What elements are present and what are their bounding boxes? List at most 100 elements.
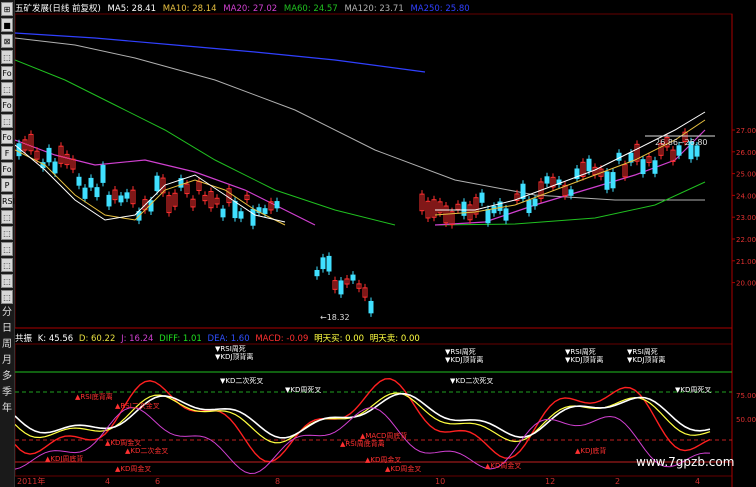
period-button-2[interactable]: 周: [1, 338, 13, 352]
candle-body: [238, 211, 244, 219]
x-axis-label: 10: [435, 477, 445, 486]
toolbar-button-18[interactable]: ⬚: [1, 290, 13, 304]
signal-label: ▼KD二次死叉: [450, 376, 493, 385]
toolbar-button-11[interactable]: P: [1, 178, 13, 192]
low-price-annotation: ←18.32: [320, 313, 350, 322]
signal-label: ▲MACD周底背: [360, 431, 407, 440]
candle-body: [124, 192, 130, 199]
toolbar-button-0[interactable]: ⊞: [1, 2, 13, 16]
candle-body: [350, 274, 356, 281]
toolbar-button-5[interactable]: ⬚: [1, 82, 13, 96]
signal-label: ▲KDJ底背: [575, 446, 606, 455]
candle-body: [100, 164, 106, 183]
period-button-6[interactable]: 年: [1, 402, 13, 416]
candle-body: [220, 208, 226, 218]
price-tick-label: 23.00: [736, 214, 756, 222]
signal-label: ▲RSI二次金叉: [115, 401, 160, 410]
x-axis-label: 4: [105, 477, 110, 486]
signal-label: ▼KD周死叉: [675, 386, 711, 394]
candle-body: [694, 145, 700, 157]
ma250-line: [15, 32, 426, 73]
candle-body: [94, 187, 100, 198]
candle-body: [485, 209, 491, 224]
candle-body: [640, 159, 646, 175]
candle-body: [479, 192, 485, 203]
candle-body: [368, 300, 374, 314]
signal-label: ▲RSI底背离: [75, 392, 113, 401]
signal-label: ▼RSI周死: [215, 345, 246, 353]
candle-body: [88, 177, 94, 188]
signal-label: ▲KD周金叉: [365, 455, 401, 464]
toolbar-button-14[interactable]: ⬚: [1, 226, 13, 240]
candle-body: [118, 195, 124, 203]
toolbar-button-16[interactable]: ⬚: [1, 258, 13, 272]
candle-body: [314, 269, 320, 277]
period-button-1[interactable]: 日: [1, 322, 13, 336]
signal-label: ▼KDJ顶背离: [627, 355, 665, 364]
candle-body: [544, 176, 550, 184]
x-axis-label: 8: [275, 477, 280, 486]
x-axis-label: 2011年: [17, 476, 45, 486]
toolbar-button-10[interactable]: Fo: [1, 162, 13, 176]
toolbar-button-1[interactable]: ■: [1, 18, 13, 32]
signal-label: ▲KDJ周底背: [45, 454, 83, 463]
toolbar-button-9[interactable]: F: [1, 146, 13, 160]
left-toolbar: ⊞ ■ ⊠ ⬚ Fo ⬚ Fo ⬚ Fo F Fo P RSI ⬚ ⬚ ⬚ ⬚ ⬚ ⬚ 分日周月多季年: [0, 0, 15, 487]
candle-body: [568, 189, 574, 196]
signal-label: ▲KD二次金叉: [125, 446, 168, 455]
signal-label: ▼KDJ顶背离: [215, 352, 253, 361]
toolbar-button-4[interactable]: Fo: [1, 66, 13, 80]
osc-tick-label: 50.00: [736, 416, 756, 424]
candle-body: [532, 198, 538, 207]
candle-body: [676, 145, 682, 156]
price-tick-label: 21.00: [736, 258, 756, 266]
period-button-4[interactable]: 多: [1, 370, 13, 384]
candle-body: [262, 208, 268, 215]
candle-body: [326, 255, 332, 272]
candle-body: [610, 172, 616, 189]
candle-body: [46, 147, 52, 163]
candle-body: [652, 160, 658, 174]
candle-body: [604, 171, 610, 190]
candle-body: [491, 205, 497, 214]
signal-label: ▼RSI周死: [627, 348, 658, 356]
toolbar-button-17[interactable]: ⬚: [1, 274, 13, 288]
price-tick-label: 24.00: [736, 192, 756, 200]
x-axis-label: 2: [615, 477, 620, 486]
toolbar-button-7[interactable]: ⬚: [1, 114, 13, 128]
signal-label: ▼KDJ顶背离: [445, 355, 483, 364]
candle-body: [232, 200, 238, 219]
candle-body: [52, 161, 58, 174]
period-button-0[interactable]: 分: [1, 306, 13, 320]
candle-body: [526, 199, 532, 214]
signal-label: ▲KD周金叉: [385, 464, 421, 473]
candle-body: [76, 176, 82, 186]
signal-label: ▼RSI周死: [445, 348, 476, 356]
candle-body: [154, 175, 160, 192]
toolbar-button-3[interactable]: ⬚: [1, 50, 13, 64]
period-button-3[interactable]: 月: [1, 354, 13, 368]
x-axis-label: 4: [695, 477, 700, 486]
candle-body: [250, 208, 256, 226]
toolbar-button-12[interactable]: RSI: [1, 194, 15, 208]
candle-body: [320, 257, 326, 270]
candle-body: [338, 280, 344, 295]
signal-label: ▲KD周金叉: [485, 461, 521, 470]
toolbar-button-15[interactable]: ⬚: [1, 242, 13, 256]
price-tick-label: 22.00: [736, 236, 756, 244]
signal-label: ▼RSI周死: [565, 348, 596, 356]
range-annotation: 26.86~26.80: [655, 138, 708, 147]
osc-tick-label: 75.00: [736, 392, 756, 400]
toolbar-button-13[interactable]: ⬚: [1, 210, 13, 224]
toolbar-button-6[interactable]: Fo: [1, 98, 13, 112]
price-tick-label: 26.00: [736, 149, 756, 157]
period-button-5[interactable]: 季: [1, 386, 13, 400]
toolbar-button-8[interactable]: Fo: [1, 130, 13, 144]
signal-label: ▼KD周死叉: [285, 386, 321, 394]
toolbar-button-2[interactable]: ⊠: [1, 34, 13, 48]
price-tick-label: 25.00: [736, 171, 756, 179]
signal-label: ▼KDJ顶背离: [565, 355, 603, 364]
price-tick-label: 27.00: [736, 127, 756, 135]
candle-body: [106, 194, 112, 207]
candle-body: [82, 187, 88, 199]
